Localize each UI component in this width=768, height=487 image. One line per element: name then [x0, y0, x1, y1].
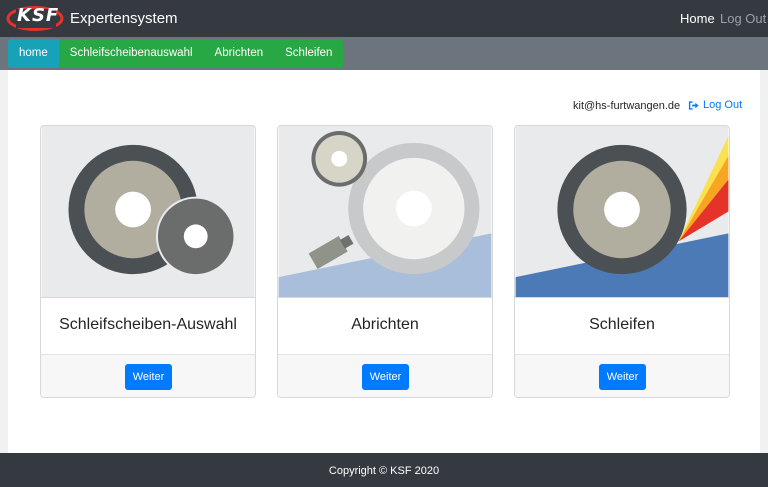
weiter-button[interactable]: Weiter [362, 364, 409, 390]
page-footer: Copyright © KSF 2020 [0, 453, 768, 487]
card-footer: Weiter [278, 354, 492, 397]
card-title: Schleifen [589, 316, 655, 333]
tab-schleifen[interactable]: Schleifen [274, 39, 344, 68]
logout-label: Log Out [703, 99, 743, 111]
card-footer: Weiter [515, 354, 729, 397]
tab-abrichten[interactable]: Abrichten [203, 39, 275, 68]
card-footer: Weiter [41, 354, 255, 397]
user-email: kit@hs-furtwangen.de [573, 100, 681, 112]
card-schleifen: Schleifen Weiter [514, 125, 730, 398]
sign-out-icon [688, 100, 699, 110]
sub-navbar: home Schleifscheibenauswahl Abrichten Sc… [0, 37, 768, 70]
logo-text: KSF [17, 5, 60, 26]
weiter-button[interactable]: Weiter [125, 364, 172, 390]
copyright-text: Copyright © KSF 2020 [328, 465, 440, 477]
main-content: kit@hs-furtwangen.de Log Out Schleifsche… [8, 70, 760, 453]
card-title: Schleifscheiben-Auswahl [59, 316, 237, 333]
dressing-illustration [278, 126, 492, 298]
tab-group: home Schleifscheibenauswahl Abrichten Sc… [8, 39, 344, 68]
card-schleifscheiben-auswahl: Schleifscheiben-Auswahl Weiter [40, 125, 256, 398]
logout-button[interactable]: Log Out [688, 99, 742, 111]
card-title: Abrichten [351, 316, 419, 333]
nav-home-link[interactable]: Home [680, 11, 715, 26]
tab-home[interactable]: home [8, 39, 59, 68]
grinding-wheels-illustration [41, 126, 255, 298]
grinding-illustration [515, 126, 729, 298]
nav-logout-link[interactable]: Log Out [720, 11, 766, 26]
tab-schleifscheibenauswahl[interactable]: Schleifscheibenauswahl [58, 39, 204, 68]
card-abrichten: Abrichten Weiter [277, 125, 493, 398]
top-navbar: KSF Expertensystem Home Log Out [0, 0, 768, 37]
weiter-button[interactable]: Weiter [599, 364, 646, 390]
brand-title[interactable]: Expertensystem [70, 10, 178, 27]
